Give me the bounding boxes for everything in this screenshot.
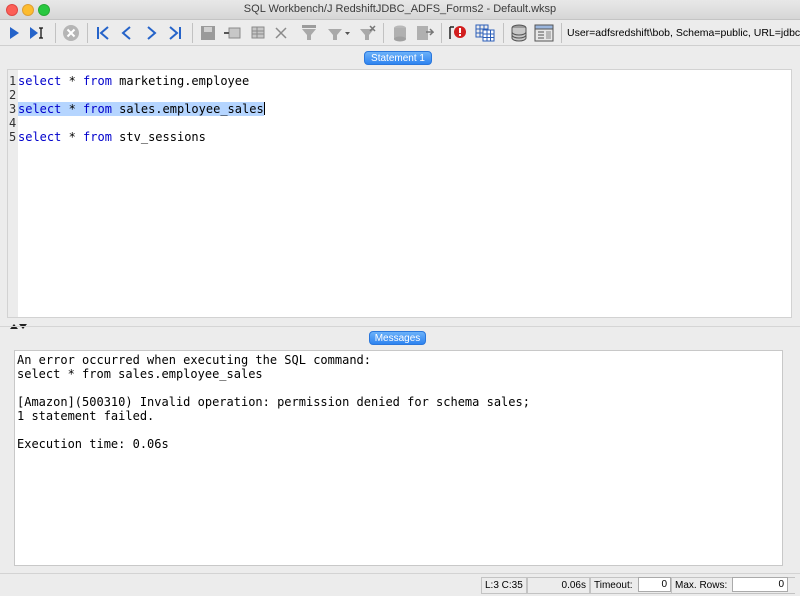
sql-editor[interactable]: 1 select * from marketing.employee 2 3 s… (7, 69, 792, 318)
keyword: from (83, 130, 112, 144)
splitter[interactable] (0, 326, 800, 327)
tab-messages[interactable]: Messages (369, 331, 426, 345)
filter-dropdown-icon[interactable] (323, 22, 353, 44)
code-line: 4 (8, 116, 793, 130)
keyword: from (83, 74, 112, 88)
message-line: 1 statement failed. (17, 409, 155, 423)
code-line: 1 select * from marketing.employee (8, 74, 793, 88)
error-icon[interactable] (446, 22, 470, 44)
code-text: * (61, 74, 84, 88)
line-number: 2 (9, 88, 17, 102)
delete-row-icon[interactable] (270, 22, 292, 44)
previous-icon[interactable] (116, 22, 138, 44)
execution-time: 0.06s (527, 577, 590, 594)
first-icon[interactable] (92, 22, 114, 44)
code-text: marketing.employee (111, 74, 250, 88)
message-line: [Amazon](500310) Invalid operation: perm… (17, 395, 530, 409)
status-bar: L:3 C:35 0.06s Timeout: 0 Max. Rows: 0 (0, 573, 800, 596)
keyword: select (18, 130, 62, 144)
last-icon[interactable] (164, 22, 186, 44)
code-line-selected: 3 select * from sales.employee_sales (8, 102, 793, 116)
code-text: sales.employee_sales (111, 102, 264, 116)
tab-statement-1[interactable]: Statement 1 (364, 51, 432, 65)
database-explorer-icon[interactable] (507, 22, 531, 44)
next-icon[interactable] (140, 22, 162, 44)
results-grid-icon[interactable] (473, 22, 497, 44)
stop-icon[interactable] (59, 22, 83, 44)
code-text: * (61, 130, 84, 144)
insert-row-icon[interactable] (221, 22, 243, 44)
message-line (17, 381, 780, 395)
message-line: An error occurred when executing the SQL… (17, 353, 372, 367)
connection-info: User=adfsredshift\bob, Schema=public, UR… (567, 27, 800, 39)
filter-icon[interactable] (296, 22, 322, 44)
timeout-input[interactable]: 0 (638, 577, 671, 592)
line-number: 4 (9, 116, 17, 130)
text-caret (264, 102, 265, 115)
keyword: from (83, 102, 112, 116)
rollback-icon[interactable] (414, 22, 436, 44)
cursor-position: L:3 C:35 (481, 577, 527, 594)
line-number: 1 (9, 74, 17, 88)
code-text: stv_sessions (111, 130, 206, 144)
message-line (17, 423, 780, 437)
save-icon[interactable] (197, 22, 219, 44)
execute-current-icon[interactable] (26, 22, 50, 44)
selected-text: select * from sales.employee_sales (18, 102, 264, 116)
clear-filter-icon[interactable] (355, 22, 379, 44)
window-titlebar: SQL Workbench/J RedshiftJDBC_ADFS_Forms2… (0, 0, 800, 20)
code-line: 2 (8, 88, 793, 102)
execute-icon[interactable] (3, 22, 25, 44)
commit-icon[interactable] (389, 22, 411, 44)
window-title: SQL Workbench/J RedshiftJDBC_ADFS_Forms2… (243, 3, 557, 15)
messages-panel[interactable]: An error occurred when executing the SQL… (14, 350, 783, 566)
keyword: select (18, 74, 62, 88)
code-text: * (61, 102, 84, 116)
max-rows-input[interactable]: 0 (732, 577, 788, 592)
keyword: select (18, 102, 62, 116)
message-line: select * from sales.employee_sales (17, 367, 263, 381)
splitter-arrows-icon[interactable] (9, 320, 27, 334)
toolbar: User=adfsredshift\bob, Schema=public, UR… (0, 20, 800, 46)
line-number: 3 (9, 102, 17, 116)
line-number: 5 (9, 130, 17, 144)
message-line: Execution time: 0.06s (17, 437, 169, 451)
code-line: 5 select * from stv_sessions (8, 130, 793, 144)
copy-row-icon[interactable] (245, 22, 267, 44)
object-info-icon[interactable] (532, 22, 556, 44)
